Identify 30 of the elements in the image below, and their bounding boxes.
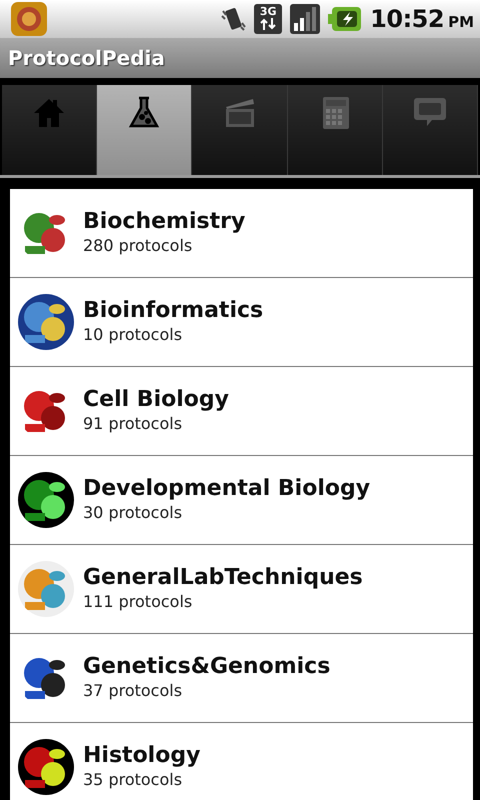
network-icon: 3G	[254, 4, 282, 34]
tab[interactable]	[97, 85, 192, 175]
clock-time: 10:52	[370, 4, 444, 35]
app-title: ProtocolPedia	[8, 45, 165, 72]
signal-icon	[290, 4, 320, 34]
category-row[interactable]: GeneralLabTechniques 111 protocols	[10, 545, 473, 634]
category-row[interactable]: Developmental Biology 30 protocols	[10, 456, 473, 545]
protocol-count: 111 protocols	[83, 591, 194, 613]
category-row[interactable]: Histology 35 protocols	[10, 723, 473, 800]
protocol-count: 280 protocols	[83, 235, 194, 257]
protocol-count: 10 protocols	[83, 324, 184, 346]
app-icon	[10, 1, 48, 37]
clock-meridiem: PM	[448, 12, 474, 33]
category-name: Biochemistry	[83, 208, 246, 235]
category-row[interactable]: Bioinformatics 10 protocols	[10, 278, 473, 367]
battery-icon	[328, 6, 362, 32]
category-name: Histology	[83, 742, 200, 769]
category-name: Developmental Biology	[83, 476, 370, 502]
protocol-count: 35 protocols	[83, 769, 184, 791]
category-name: GeneralLabTechniques	[83, 564, 363, 591]
vibrate-icon	[220, 5, 246, 33]
category-row[interactable]: Biochemistry 280 protocols	[10, 189, 473, 278]
category-row[interactable]: Cell Biology 91 protocols	[10, 367, 473, 456]
category-row[interactable]: Genetics&Genomics 37 protocols	[10, 634, 473, 723]
category-name: Bioinformatics	[83, 298, 264, 324]
protocol-count: 30 protocols	[83, 502, 184, 524]
category-name: Genetics&Genomics	[83, 654, 330, 680]
protocol-count: 91 protocols	[83, 413, 184, 435]
category-name: Cell Biology	[83, 386, 229, 413]
protocol-count: 37 protocols	[83, 680, 184, 702]
